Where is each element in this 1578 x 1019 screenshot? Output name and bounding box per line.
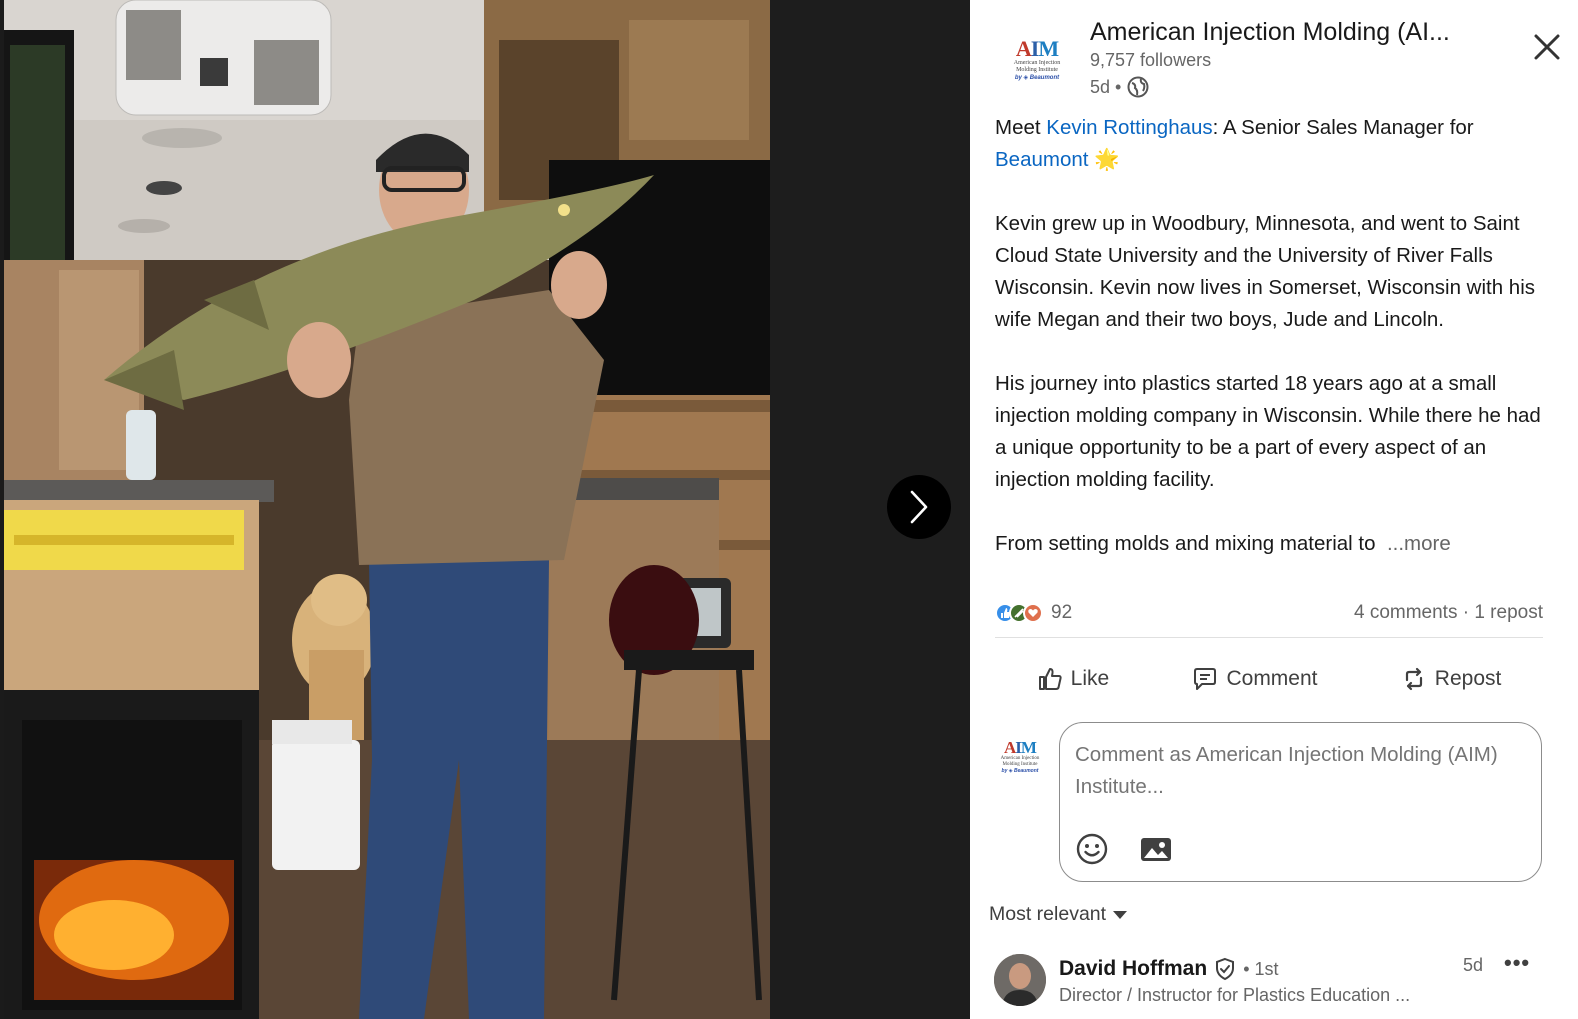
post-paragraph-3-text: From setting molds and mixing material t… xyxy=(995,532,1376,555)
repost-label: Repost xyxy=(1434,667,1502,690)
repost-button[interactable]: Repost xyxy=(1389,660,1514,698)
post-photo xyxy=(4,0,770,1019)
avatar-portrait xyxy=(994,954,1046,1006)
comments-reposts-count[interactable]: 4 comments · 1 repost xyxy=(1354,602,1543,624)
post-time-text: 5d • xyxy=(1090,76,1122,97)
reaction-count: 92 xyxy=(1051,602,1073,623)
commenter-headline: Director / Instructor for Plastics Educa… xyxy=(1059,985,1411,1005)
repost-icon xyxy=(1405,667,1422,691)
logo-subtitle: American Injection Molding Institute xyxy=(1013,59,1061,73)
chevron-right-icon xyxy=(910,490,928,524)
social-counts: 92 4 comments · 1 repost xyxy=(995,598,1543,628)
commenter-name[interactable]: David Hoffman xyxy=(1059,957,1207,981)
post-text: Meet Kevin Rottinghaus: A Senior Sales M… xyxy=(995,112,1555,592)
close-icon xyxy=(1534,34,1560,60)
see-more-link[interactable]: ...more xyxy=(1387,532,1451,555)
star-emoji: 🌟 xyxy=(1094,148,1120,171)
add-image-button[interactable] xyxy=(1138,831,1174,867)
avatar[interactable] xyxy=(994,954,1046,1006)
love-reaction-icon xyxy=(1023,603,1043,623)
comment-input[interactable] xyxy=(1075,739,1515,809)
mention-company-link[interactable]: Beaumont xyxy=(995,148,1088,171)
headline-prefix: Meet xyxy=(995,116,1047,139)
caret-down-icon xyxy=(1113,910,1128,919)
logo-brand: by ◈ Beaumont xyxy=(1014,74,1060,81)
sort-dropdown[interactable]: Most relevant xyxy=(989,903,1128,926)
org-name-link[interactable]: American Injection Molding (AI... xyxy=(1090,18,1490,47)
comment-button[interactable]: Comment xyxy=(1180,660,1329,698)
commenter-name-row: David Hoffman • 1st xyxy=(1059,957,1279,981)
next-image-button[interactable] xyxy=(887,475,951,539)
comment-label: Comment xyxy=(1226,667,1318,690)
logo-wordmark: AIM xyxy=(1015,35,1059,61)
close-button[interactable] xyxy=(1532,32,1562,62)
mention-person-link[interactable]: Kevin Rottinghaus xyxy=(1046,116,1212,139)
post-timestamp: 5d • xyxy=(1090,76,1149,98)
org-logo[interactable]: AIM American Injection Molding Institute… xyxy=(1002,24,1072,94)
self-logo-wordmark: AIM xyxy=(1004,737,1037,757)
post-paragraph-2: His journey into plastics started 18 yea… xyxy=(995,372,1541,491)
emoji-icon xyxy=(1076,833,1108,865)
connection-degree: • 1st xyxy=(1243,958,1279,979)
photo-illustration xyxy=(4,0,770,1019)
commenter-self-logo: AIM American Injection Molding Institute… xyxy=(987,726,1053,786)
comment-options-button[interactable]: ••• xyxy=(1504,950,1530,976)
post-actions: Like Comment Repost xyxy=(995,656,1543,702)
thumbs-up-icon xyxy=(1038,668,1062,690)
post-headline: Meet Kevin Rottinghaus: A Senior Sales M… xyxy=(995,112,1555,176)
sort-label: Most relevant xyxy=(989,903,1107,925)
post-paragraph-1: Kevin grew up in Woodbury, Minnesota, an… xyxy=(995,212,1536,331)
comment-timestamp: 5d xyxy=(1463,955,1484,975)
like-button[interactable]: Like xyxy=(1025,660,1122,698)
image-viewer xyxy=(0,0,970,1019)
image-icon xyxy=(1141,838,1171,861)
comment-icon xyxy=(1194,668,1217,690)
emoji-button[interactable] xyxy=(1074,831,1110,867)
reactions-summary[interactable]: 92 xyxy=(995,602,1072,624)
headline-middle: : A Senior Sales Manager for xyxy=(1212,116,1474,139)
divider xyxy=(995,637,1543,638)
verified-shield-icon xyxy=(1216,957,1235,981)
self-logo-subtitle: American Injection Molding Institute xyxy=(1000,755,1040,767)
post-paragraph-3: From setting molds and mixing material t… xyxy=(995,528,1555,560)
self-logo-brand: by ◈ Beaumont xyxy=(1001,767,1039,774)
globe-icon xyxy=(1127,76,1149,98)
comment-composer xyxy=(1059,722,1542,882)
like-label: Like xyxy=(1070,667,1110,690)
follower-count: 9,757 followers xyxy=(1090,50,1212,70)
post-detail-panel: AIM American Injection Molding Institute… xyxy=(970,0,1578,1019)
